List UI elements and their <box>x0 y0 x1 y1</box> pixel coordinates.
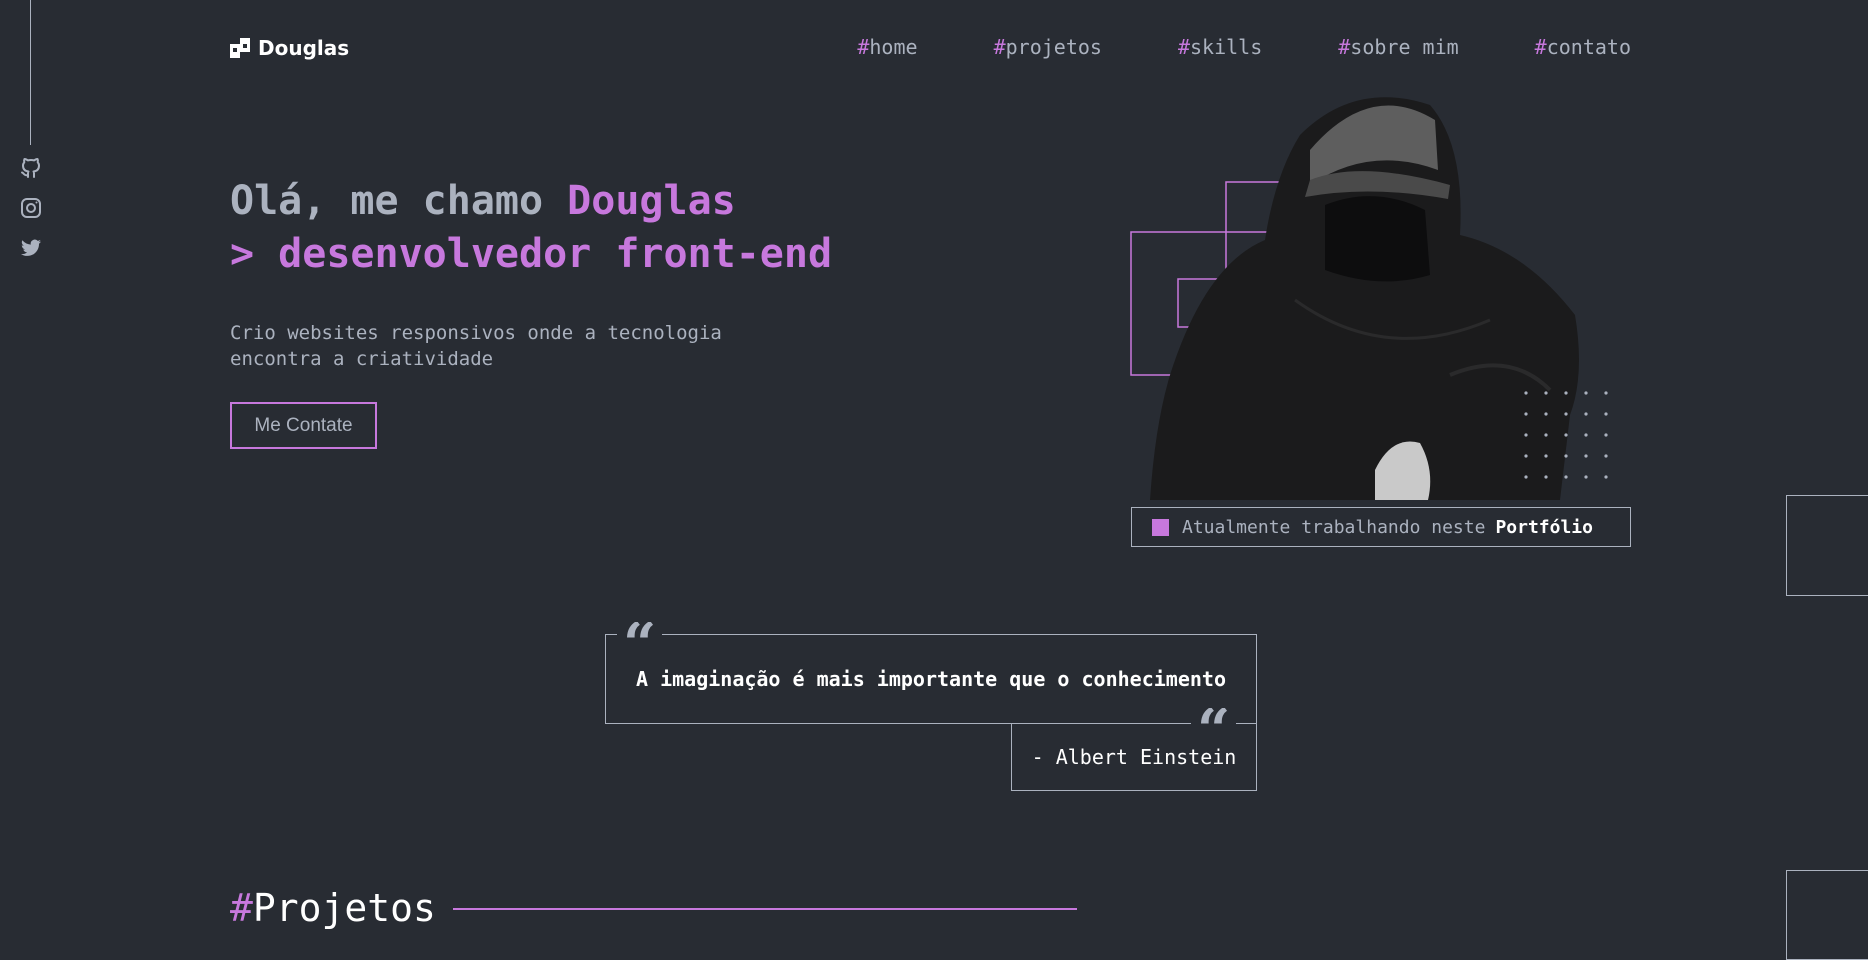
hero-subtitle: Crio websites responsivos onde a tecnolo… <box>230 322 722 370</box>
hero-role: > desenvolvedor front-end <box>230 231 833 277</box>
logo-text: Douglas <box>258 36 350 60</box>
projects-title-text: Projetos <box>252 886 436 930</box>
quote-box: A imaginação é mais importante que o con… <box>605 634 1257 724</box>
social-rail-line <box>30 0 31 145</box>
hero-title: Olá, me chamo Douglas > desenvolvedor fr… <box>230 175 832 281</box>
twitter-icon <box>21 239 41 256</box>
quote-author: - Albert Einstein <box>1011 723 1257 791</box>
logo[interactable]: Douglas <box>230 36 349 60</box>
nav-link-projetos[interactable]: #projetos <box>994 35 1102 59</box>
status-highlight: Portfólio <box>1495 516 1593 538</box>
deco-square-right-bottom <box>1786 870 1868 960</box>
instagram-icon <box>21 198 41 218</box>
contact-button[interactable]: Me Contate <box>230 402 377 449</box>
main-nav: #home #projetos #skills #sobre mim #cont… <box>857 35 1631 59</box>
projects-divider <box>453 908 1077 910</box>
instagram-link[interactable] <box>19 196 43 220</box>
hero-illustration <box>1130 97 1608 500</box>
projects-title: #Projetos <box>230 886 436 930</box>
github-link[interactable] <box>19 156 43 180</box>
quote-text: A imaginação é mais importante que o con… <box>635 667 1226 691</box>
status-badge: Atualmente trabalhando neste Portfólio <box>1131 507 1631 547</box>
nav-link-contato[interactable]: #contato <box>1535 35 1631 59</box>
logo-icon <box>230 38 250 58</box>
person-photo <box>1150 97 1579 500</box>
hero-greeting: Olá, me chamo <box>230 178 568 224</box>
nav-link-skills[interactable]: #skills <box>1178 35 1262 59</box>
twitter-link[interactable] <box>19 237 43 261</box>
github-icon <box>21 158 40 178</box>
nav-link-home[interactable]: #home <box>857 35 917 59</box>
quote-open-icon: “ <box>617 622 663 656</box>
hero-name: Douglas <box>567 178 736 224</box>
deco-square-right-top <box>1786 495 1868 596</box>
status-text: Atualmente trabalhando neste <box>1182 516 1486 538</box>
nav-link-sobre-mim[interactable]: #sobre mim <box>1338 35 1458 59</box>
status-indicator <box>1152 518 1169 536</box>
projects-hash: # <box>230 886 253 930</box>
